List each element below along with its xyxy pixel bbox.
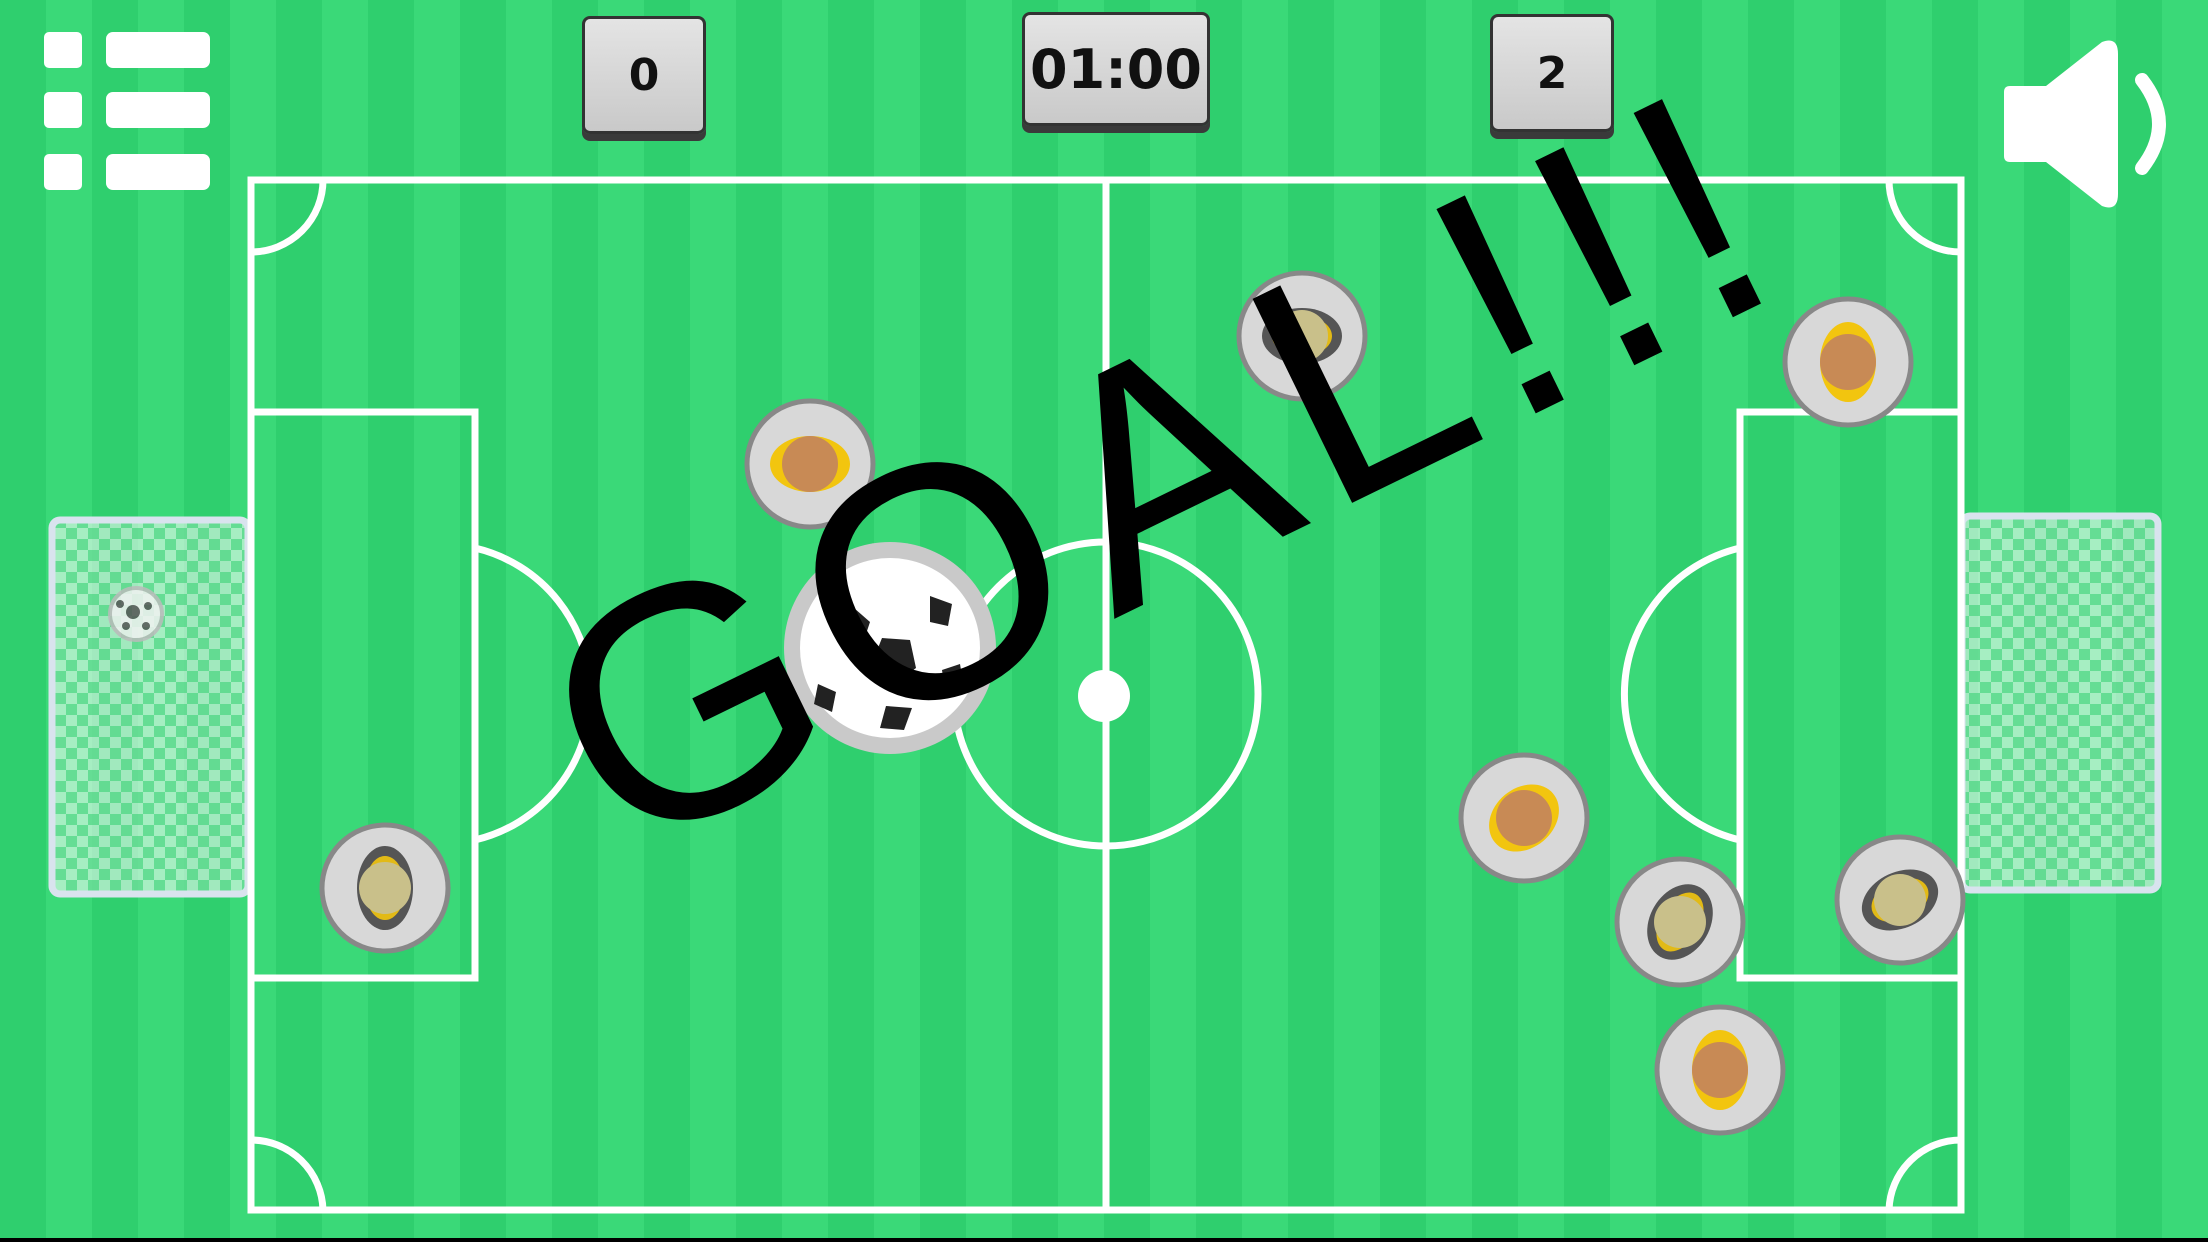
match-timer: 01:00	[1022, 12, 1210, 126]
soccer-ball-icon	[784, 542, 996, 754]
player-dark-1	[1236, 270, 1368, 402]
right-goal	[1958, 512, 2162, 894]
game-stage: GOAL!!! 0 01:00 2	[0, 0, 2208, 1238]
player-yellow-3	[1458, 752, 1590, 884]
player-dark-4	[1834, 834, 1966, 966]
center-spot	[1078, 670, 1130, 722]
player-yellow-2	[1782, 296, 1914, 428]
left-score: 0	[582, 16, 706, 134]
player-yellow-1	[744, 398, 876, 530]
menu-button[interactable]	[40, 28, 212, 200]
menu-icon	[44, 32, 210, 190]
right-score: 2	[1490, 14, 1614, 132]
soccer-field	[0, 0, 2208, 1238]
player-dark-2	[319, 822, 451, 954]
player-dark-3	[1614, 856, 1746, 988]
small-ball	[108, 586, 164, 642]
sound-toggle-button[interactable]	[2000, 36, 2180, 212]
speaker-icon	[2004, 40, 2166, 208]
player-yellow-4	[1654, 1004, 1786, 1136]
left-goal	[48, 516, 252, 898]
